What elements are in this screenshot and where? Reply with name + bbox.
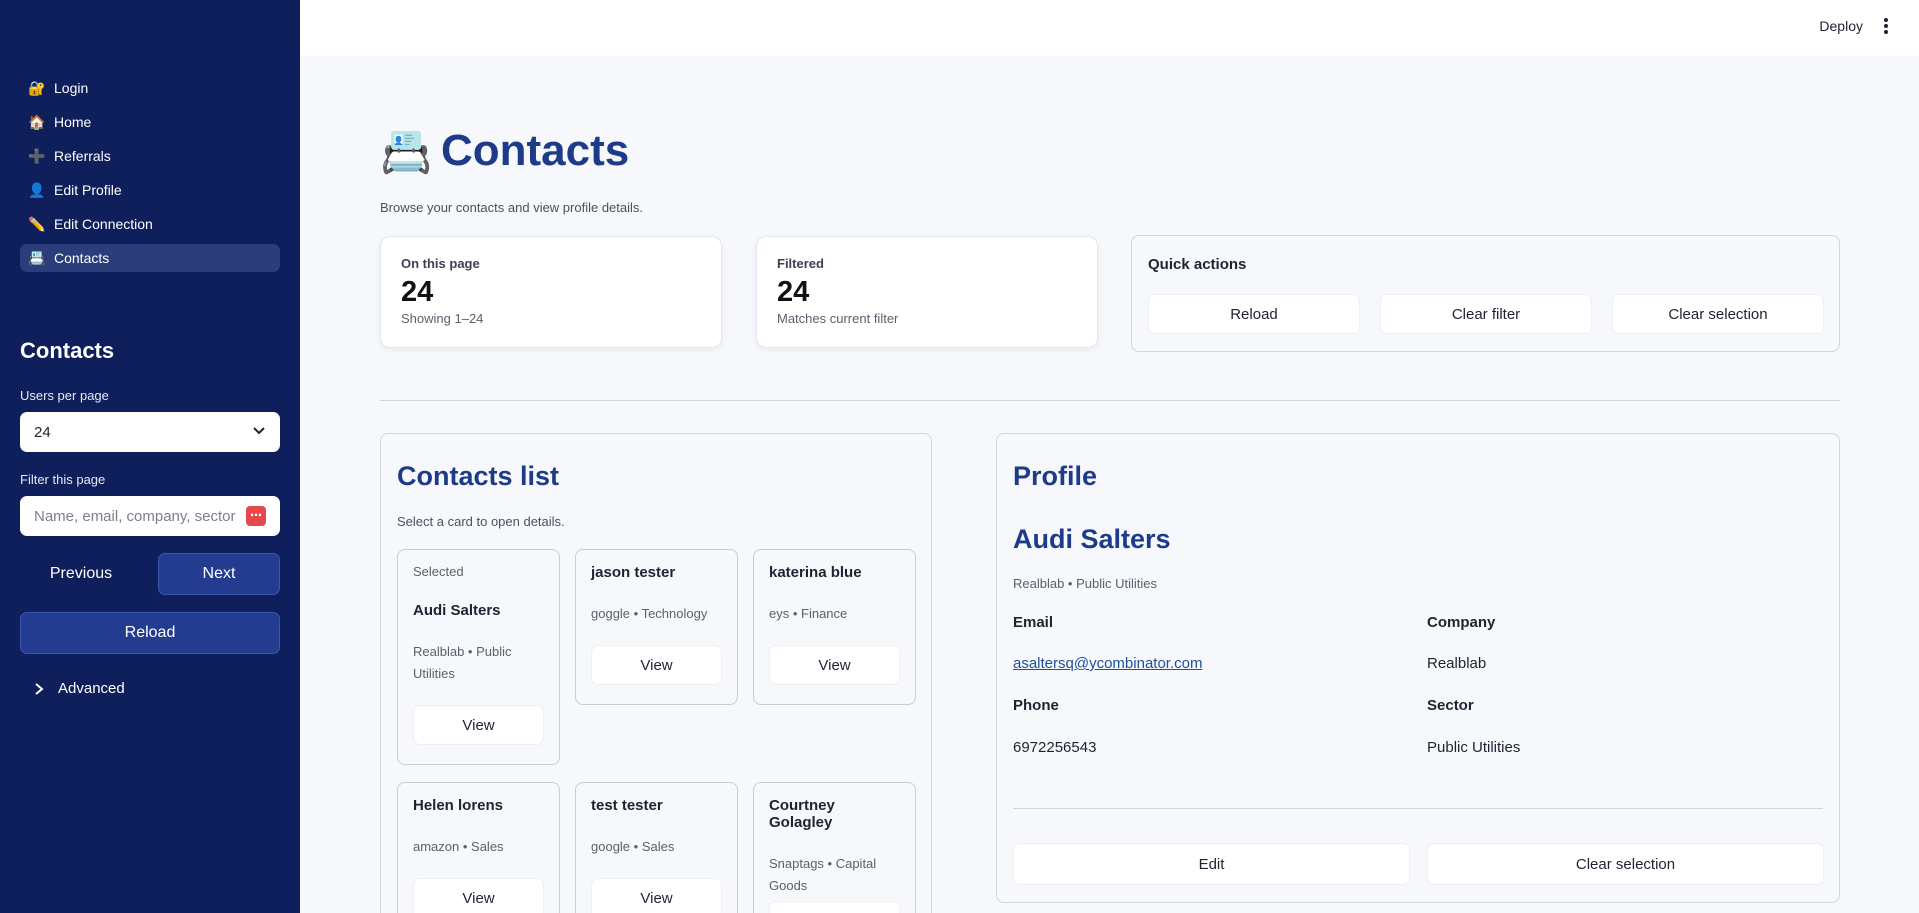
filter-input[interactable] bbox=[34, 507, 239, 525]
contact-name: test tester bbox=[591, 797, 663, 814]
metric-on-this-page: On this page 24 Showing 1–24 bbox=[380, 236, 722, 348]
contact-meta: google • Sales bbox=[591, 839, 675, 854]
contact-name: Courtney Golagley bbox=[769, 797, 835, 831]
phone-value: 6972256543 bbox=[1013, 739, 1097, 756]
sidebar-item-edit-connection[interactable]: ✏️ Edit Connection bbox=[20, 210, 280, 238]
metric-value: 24 bbox=[777, 276, 810, 308]
contact-name: katerina blue bbox=[769, 564, 862, 581]
selected-tag: Selected bbox=[413, 564, 464, 579]
contact-meta: eys • Finance bbox=[769, 606, 848, 621]
company-value: Realblab bbox=[1427, 655, 1487, 672]
contact-card[interactable]: Helen lorens amazon • Sales View bbox=[397, 782, 560, 913]
contact-card[interactable]: test tester google • Sales View bbox=[575, 782, 738, 913]
card-index-icon: 📇 bbox=[380, 128, 433, 175]
contact-meta: amazon • Sales bbox=[413, 839, 504, 854]
contact-card[interactable]: jason tester goggle • Technology View bbox=[575, 549, 738, 705]
metric-sub: Showing 1–24 bbox=[401, 311, 484, 326]
email-link[interactable]: asaltersq@ycombinator.com bbox=[1013, 655, 1202, 672]
profile-clear-selection-button[interactable]: Clear selection bbox=[1427, 843, 1824, 885]
phone-label: Phone bbox=[1013, 697, 1059, 714]
quick-clear-selection-button[interactable]: Clear selection bbox=[1612, 294, 1824, 334]
chevron-right-icon bbox=[35, 682, 44, 695]
pencil-icon: ✏️ bbox=[28, 215, 46, 232]
metric-filtered: Filtered 24 Matches current filter bbox=[756, 236, 1098, 348]
sidebar-item-contacts[interactable]: 📇 Contacts bbox=[20, 244, 280, 272]
card-index-icon: 📇 bbox=[28, 249, 46, 266]
metric-sub: Matches current filter bbox=[777, 311, 899, 326]
contact-card[interactable]: Courtney Golagley Snaptags • Capital Goo… bbox=[753, 782, 916, 913]
next-button[interactable]: Next bbox=[158, 553, 280, 595]
contact-meta: goggle • Technology bbox=[591, 606, 708, 621]
contact-name: Audi Salters bbox=[413, 602, 501, 619]
contacts-list-panel: Contacts list Select a card to open deta… bbox=[380, 433, 932, 913]
page-subtitle: Browse your contacts and view profile de… bbox=[380, 200, 644, 215]
sidebar-item-label: Contacts bbox=[54, 250, 110, 266]
contact-meta: Realblab • Public Utilities bbox=[413, 644, 512, 681]
metric-label: On this page bbox=[401, 256, 480, 271]
top-bar: Deploy bbox=[300, 0, 1919, 56]
metric-value: 24 bbox=[401, 276, 434, 308]
contact-card-selected[interactable]: Selected Audi Salters Realblab • Public … bbox=[397, 549, 560, 765]
quick-reload-button[interactable]: Reload bbox=[1148, 294, 1360, 334]
advanced-label: Advanced bbox=[58, 680, 125, 697]
chevron-down-icon bbox=[253, 427, 265, 435]
contacts-list-title: Contacts list bbox=[397, 461, 560, 491]
filter-label: Filter this page bbox=[20, 472, 106, 487]
plus-icon: ➕ bbox=[28, 147, 46, 164]
sidebar-heading: Contacts bbox=[20, 338, 115, 363]
view-button[interactable]: View bbox=[769, 645, 900, 685]
sidebar-item-edit-profile[interactable]: 👤 Edit Profile bbox=[20, 176, 280, 204]
advanced-expander[interactable]: Advanced bbox=[34, 680, 125, 697]
users-per-page-select[interactable]: 24 bbox=[20, 412, 280, 452]
view-button[interactable]: View bbox=[591, 645, 722, 685]
profile-panel: Profile Audi Salters Realblab • Public U… bbox=[996, 433, 1840, 903]
profile-meta: Realblab • Public Utilities bbox=[1013, 576, 1158, 591]
clear-filter-button[interactable]: Clear filter bbox=[1380, 294, 1592, 334]
sidebar-item-label: Home bbox=[54, 114, 92, 130]
contact-name: jason tester bbox=[591, 564, 676, 581]
profile-title: Profile bbox=[1013, 461, 1098, 491]
sidebar-reload-button[interactable]: Reload bbox=[20, 612, 280, 654]
previous-button[interactable]: Previous bbox=[20, 553, 142, 595]
users-per-page-value: 24 bbox=[34, 423, 51, 441]
view-button[interactable]: View bbox=[769, 901, 900, 913]
users-per-page-label: Users per page bbox=[20, 388, 109, 403]
view-button[interactable]: View bbox=[413, 705, 544, 745]
section-divider bbox=[380, 400, 1840, 401]
sidebar: 🔐 Login 🏠 Home ➕ Referrals 👤 Edit Profil… bbox=[0, 0, 300, 913]
sidebar-item-label: Referrals bbox=[54, 148, 111, 164]
kebab-menu-icon[interactable] bbox=[1881, 16, 1891, 36]
house-icon: 🏠 bbox=[28, 113, 46, 130]
contact-meta: Snaptags • Capital Goods bbox=[769, 856, 877, 893]
sidebar-item-label: Login bbox=[54, 80, 89, 96]
edit-button[interactable]: Edit bbox=[1013, 843, 1410, 885]
user-icon: 👤 bbox=[28, 181, 46, 198]
password-manager-icon[interactable]: ⋯ bbox=[246, 506, 266, 526]
deploy-button[interactable]: Deploy bbox=[1819, 18, 1863, 34]
profile-divider bbox=[1013, 808, 1823, 809]
view-button[interactable]: View bbox=[591, 878, 722, 913]
email-label: Email bbox=[1013, 614, 1054, 631]
sidebar-item-referrals[interactable]: ➕ Referrals bbox=[20, 142, 280, 170]
sidebar-item-label: Edit Connection bbox=[54, 216, 153, 232]
view-button[interactable]: View bbox=[413, 878, 544, 913]
sidebar-item-label: Edit Profile bbox=[54, 182, 122, 198]
sidebar-item-login[interactable]: 🔐 Login bbox=[20, 74, 280, 102]
profile-name: Audi Salters bbox=[1013, 524, 1171, 554]
sector-label: Sector bbox=[1427, 697, 1474, 714]
contact-card[interactable]: katerina blue eys • Finance View bbox=[753, 549, 916, 705]
page-title: Contacts bbox=[441, 126, 630, 175]
quick-actions-title: Quick actions bbox=[1148, 256, 1247, 273]
contact-name: Helen lorens bbox=[413, 797, 504, 814]
contacts-list-subtitle: Select a card to open details. bbox=[397, 514, 565, 529]
lock-key-icon: 🔐 bbox=[28, 79, 46, 96]
company-label: Company bbox=[1427, 614, 1496, 631]
filter-field: ⋯ bbox=[20, 496, 280, 536]
quick-actions-panel: Quick actions Reload Clear filter Clear … bbox=[1131, 235, 1840, 352]
sidebar-nav: 🔐 Login 🏠 Home ➕ Referrals 👤 Edit Profil… bbox=[20, 74, 280, 278]
sidebar-item-home[interactable]: 🏠 Home bbox=[20, 108, 280, 136]
sector-value: Public Utilities bbox=[1427, 739, 1521, 756]
metric-label: Filtered bbox=[777, 256, 824, 271]
